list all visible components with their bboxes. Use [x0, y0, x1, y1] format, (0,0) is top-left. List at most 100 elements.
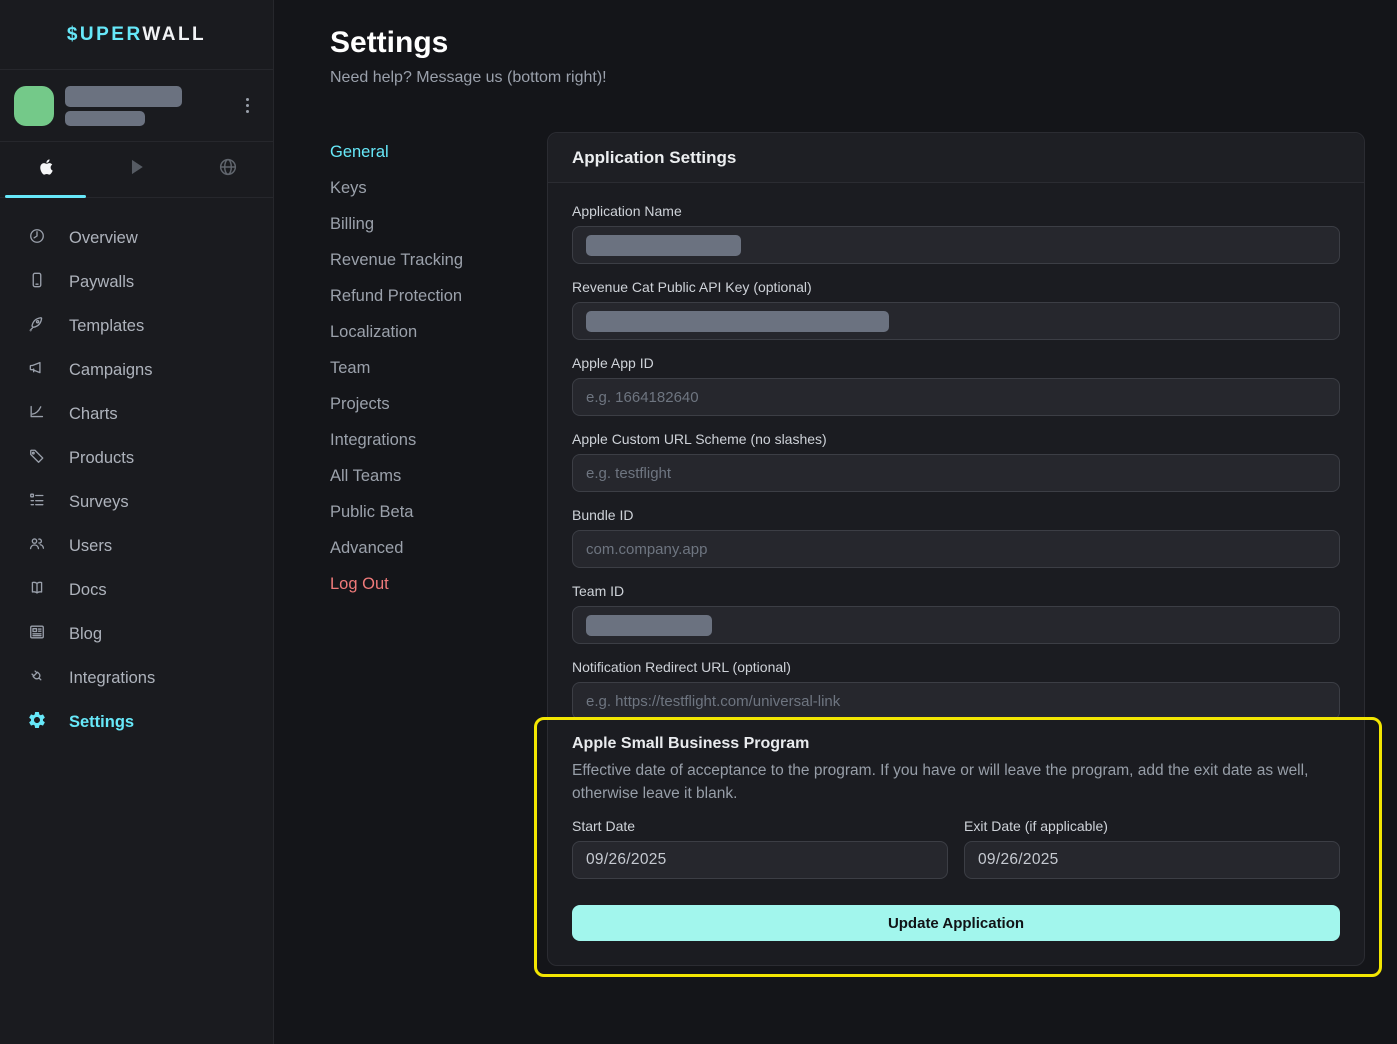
team-id-input[interactable]	[572, 606, 1340, 644]
date-value: 09/26/2025	[586, 851, 667, 869]
field-label: Revenue Cat Public API Key (optional)	[572, 279, 1340, 295]
settings-nav-general[interactable]: General	[330, 134, 547, 170]
apple-app-id-field: Apple App ID e.g. 1664182640	[572, 355, 1340, 416]
sidebar-item-label: Surveys	[69, 493, 129, 512]
sidebar-item-users[interactable]: Users	[0, 524, 273, 568]
exit-date-input[interactable]: 09/26/2025	[964, 841, 1340, 879]
sidebar-item-label: Products	[69, 449, 134, 468]
sidebar-item-label: Docs	[69, 581, 107, 600]
main-content: Settings Need help? Message us (bottom r…	[274, 0, 1397, 1044]
users-icon	[27, 534, 47, 559]
settings-nav-team[interactable]: Team	[330, 350, 547, 386]
small-business-program-section: Apple Small Business Program Effective d…	[572, 735, 1340, 941]
settings-nav-all-teams[interactable]: All Teams	[330, 458, 547, 494]
settings-nav-projects[interactable]: Projects	[330, 386, 547, 422]
sidebar-item-settings[interactable]: Settings	[0, 700, 273, 744]
logo-rest-part: WALL	[142, 24, 206, 45]
input-placeholder: com.company.app	[586, 541, 707, 558]
field-label: Bundle ID	[572, 507, 1340, 523]
workspace-selector[interactable]	[0, 70, 273, 142]
chart-icon	[27, 402, 47, 427]
sidebar-item-surveys[interactable]: Surveys	[0, 480, 273, 524]
sidebar-item-docs[interactable]: Docs	[0, 568, 273, 612]
field-label: Team ID	[572, 583, 1340, 599]
rocket-icon	[27, 314, 47, 339]
field-label: Apple Custom URL Scheme (no slashes)	[572, 431, 1340, 447]
app-window: $UPERWALL	[0, 0, 1397, 1044]
settings-nav-billing[interactable]: Billing	[330, 206, 547, 242]
settings-nav-advanced[interactable]: Advanced	[330, 530, 547, 566]
workspace-name-redacted	[65, 86, 224, 126]
section-description: Effective date of acceptance to the prog…	[572, 759, 1340, 805]
newspaper-icon	[27, 622, 47, 647]
settings-nav-log-out[interactable]: Log Out	[330, 566, 547, 602]
revenuecat-key-input[interactable]	[572, 302, 1340, 340]
card-title: Application Settings	[548, 133, 1364, 183]
field-label: Start Date	[572, 818, 948, 834]
bundle-id-field: Bundle ID com.company.app	[572, 507, 1340, 568]
plug-icon	[27, 666, 47, 691]
redacted-value	[586, 615, 712, 636]
notification-redirect-url-input[interactable]: e.g. https://testflight.com/universal-li…	[572, 682, 1340, 720]
book-icon	[27, 578, 47, 603]
date-value: 09/26/2025	[978, 851, 1059, 869]
custom-url-scheme-field: Apple Custom URL Scheme (no slashes) e.g…	[572, 431, 1340, 492]
apple-app-id-input[interactable]: e.g. 1664182640	[572, 378, 1340, 416]
page-subtitle: Need help? Message us (bottom right)!	[330, 69, 1365, 87]
custom-url-scheme-input[interactable]: e.g. testflight	[572, 454, 1340, 492]
start-date-input[interactable]: 09/26/2025	[572, 841, 948, 879]
application-name-input[interactable]	[572, 226, 1340, 264]
sidebar-item-label: Paywalls	[69, 273, 134, 292]
input-placeholder: e.g. https://testflight.com/universal-li…	[586, 693, 840, 710]
google-play-icon	[126, 156, 148, 183]
section-title: Apple Small Business Program	[572, 735, 1340, 753]
settings-nav-keys[interactable]: Keys	[330, 170, 547, 206]
sidebar-item-integrations[interactable]: Integrations	[0, 656, 273, 700]
settings-nav-revenue-tracking[interactable]: Revenue Tracking	[330, 242, 547, 278]
checklist-icon	[27, 490, 47, 515]
apple-icon	[35, 156, 57, 183]
bundle-id-input[interactable]: com.company.app	[572, 530, 1340, 568]
sidebar-item-label: Templates	[69, 317, 144, 336]
platform-tabs	[0, 142, 273, 198]
sidebar-item-blog[interactable]: Blog	[0, 612, 273, 656]
sidebar-item-label: Blog	[69, 625, 102, 644]
field-label: Apple App ID	[572, 355, 1340, 371]
sidebar-item-label: Settings	[69, 713, 134, 732]
gear-icon	[27, 710, 47, 735]
tag-icon	[27, 446, 47, 471]
settings-nav-localization[interactable]: Localization	[330, 314, 547, 350]
workspace-menu-button[interactable]	[235, 90, 259, 122]
settings-nav: General Keys Billing Revenue Tracking Re…	[330, 132, 547, 602]
page-title: Settings	[330, 26, 1365, 60]
tab-apple-platform[interactable]	[0, 142, 91, 197]
sidebar-item-overview[interactable]: Overview	[0, 216, 273, 260]
settings-nav-refund-protection[interactable]: Refund Protection	[330, 278, 547, 314]
sidebar-item-label: Campaigns	[69, 361, 152, 380]
sidebar-item-campaigns[interactable]: Campaigns	[0, 348, 273, 392]
sidebar-item-label: Users	[69, 537, 112, 556]
clock-icon	[27, 226, 47, 251]
active-tab-underline	[5, 195, 86, 198]
sidebar: $UPERWALL	[0, 0, 274, 1044]
sidebar-item-label: Integrations	[69, 669, 155, 688]
tab-web-platform[interactable]	[182, 142, 273, 197]
settings-nav-public-beta[interactable]: Public Beta	[330, 494, 547, 530]
start-date-field: Start Date 09/26/2025	[572, 818, 948, 879]
tab-google-play-platform[interactable]	[91, 142, 182, 197]
sidebar-item-products[interactable]: Products	[0, 436, 273, 480]
revenuecat-key-field: Revenue Cat Public API Key (optional)	[572, 279, 1340, 340]
redacted-value	[586, 311, 889, 332]
update-application-button[interactable]: Update Application	[572, 905, 1340, 941]
superwall-logo[interactable]: $UPERWALL	[0, 0, 273, 70]
team-id-field: Team ID	[572, 583, 1340, 644]
sidebar-item-label: Charts	[69, 405, 118, 424]
redacted-value	[586, 235, 741, 256]
settings-nav-integrations[interactable]: Integrations	[330, 422, 547, 458]
field-label: Application Name	[572, 203, 1340, 219]
sidebar-item-paywalls[interactable]: Paywalls	[0, 260, 273, 304]
sidebar-item-templates[interactable]: Templates	[0, 304, 273, 348]
phone-icon	[27, 270, 47, 295]
sidebar-item-charts[interactable]: Charts	[0, 392, 273, 436]
sidebar-item-label: Overview	[69, 229, 138, 248]
